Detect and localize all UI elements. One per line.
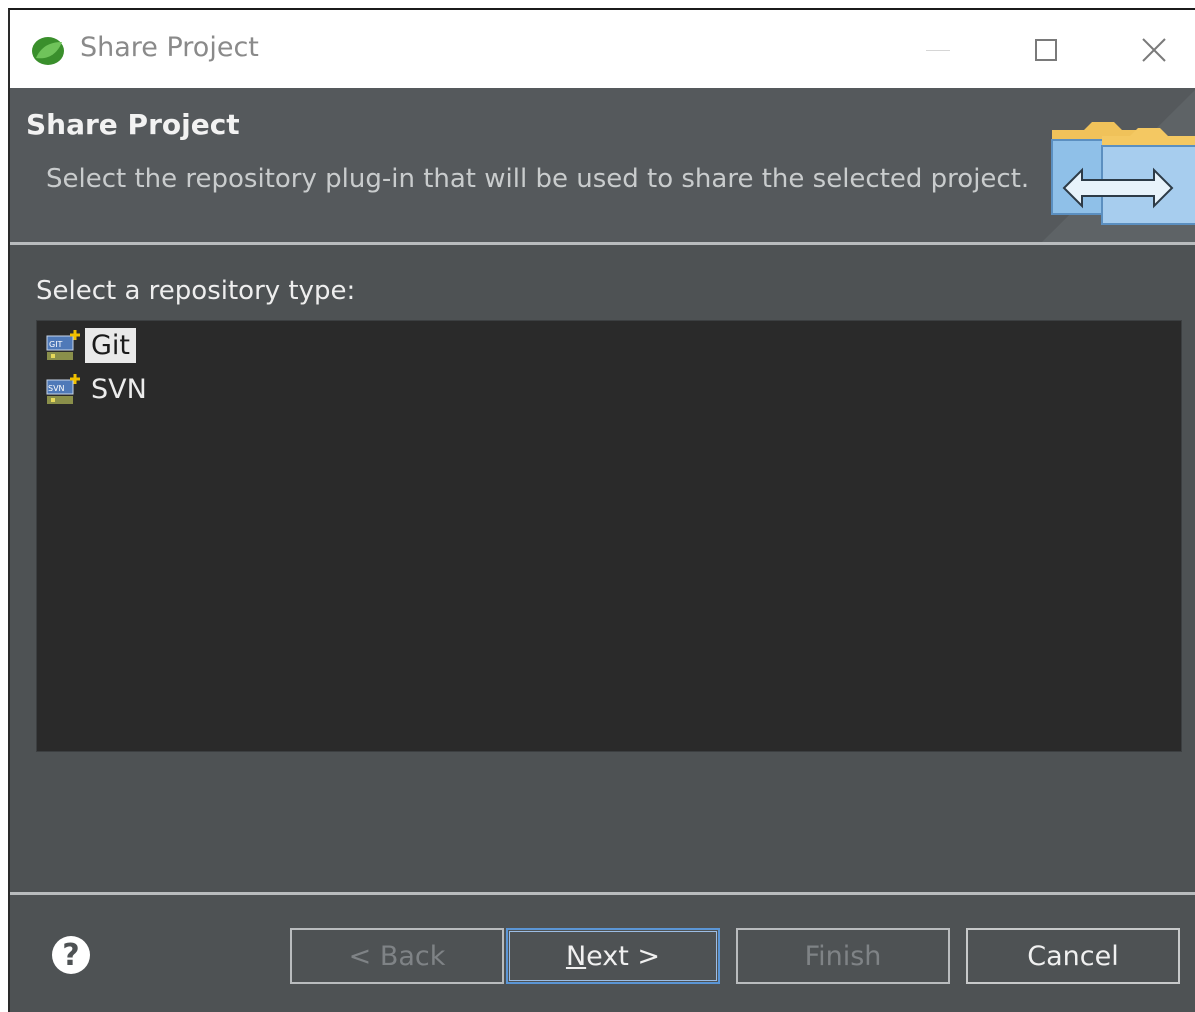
minimize-button[interactable]: [910, 28, 966, 72]
list-item-svn[interactable]: SVN SVN: [45, 369, 153, 409]
list-item-label: Git: [85, 327, 137, 363]
list-item-label: SVN: [91, 373, 147, 405]
repository-type-label: Select a repository type:: [36, 276, 356, 306]
maximize-button[interactable]: [1018, 28, 1074, 72]
window-title: Share Project: [80, 32, 259, 63]
back-button[interactable]: < Back: [290, 928, 504, 984]
svg-text:SVN: SVN: [48, 384, 65, 393]
help-button[interactable]: ?: [52, 936, 90, 974]
git-repo-icon: GIT: [46, 330, 80, 360]
share-project-dialog: Share Project Share Project Select the r…: [8, 8, 1195, 1012]
repository-type-list[interactable]: GIT Git SVN SVN: [36, 320, 1182, 752]
help-icon: ?: [62, 937, 80, 973]
svn-repo-icon: SVN: [46, 374, 80, 404]
minimize-icon: [926, 49, 950, 51]
next-button[interactable]: Next >: [506, 928, 720, 984]
spring-leaf-icon: [32, 37, 64, 65]
wizard-header: Share Project Select the repository plug…: [10, 88, 1195, 242]
share-folders-icon: [1042, 89, 1195, 242]
finish-button[interactable]: Finish: [736, 928, 950, 984]
list-item-git[interactable]: GIT Git: [45, 325, 137, 365]
title-bar: Share Project: [10, 10, 1195, 88]
cancel-button[interactable]: Cancel: [966, 928, 1180, 984]
close-icon: [1142, 38, 1166, 62]
page-description: Select the repository plug-in that will …: [46, 164, 1030, 194]
next-label: ext >: [586, 940, 661, 972]
next-mnemonic: N: [565, 940, 587, 972]
close-button[interactable]: [1126, 28, 1182, 72]
header-separator: [10, 242, 1195, 245]
page-title: Share Project: [26, 108, 240, 141]
footer-separator: [10, 892, 1195, 895]
svg-text:GIT: GIT: [49, 340, 63, 349]
maximize-icon: [1035, 39, 1057, 61]
